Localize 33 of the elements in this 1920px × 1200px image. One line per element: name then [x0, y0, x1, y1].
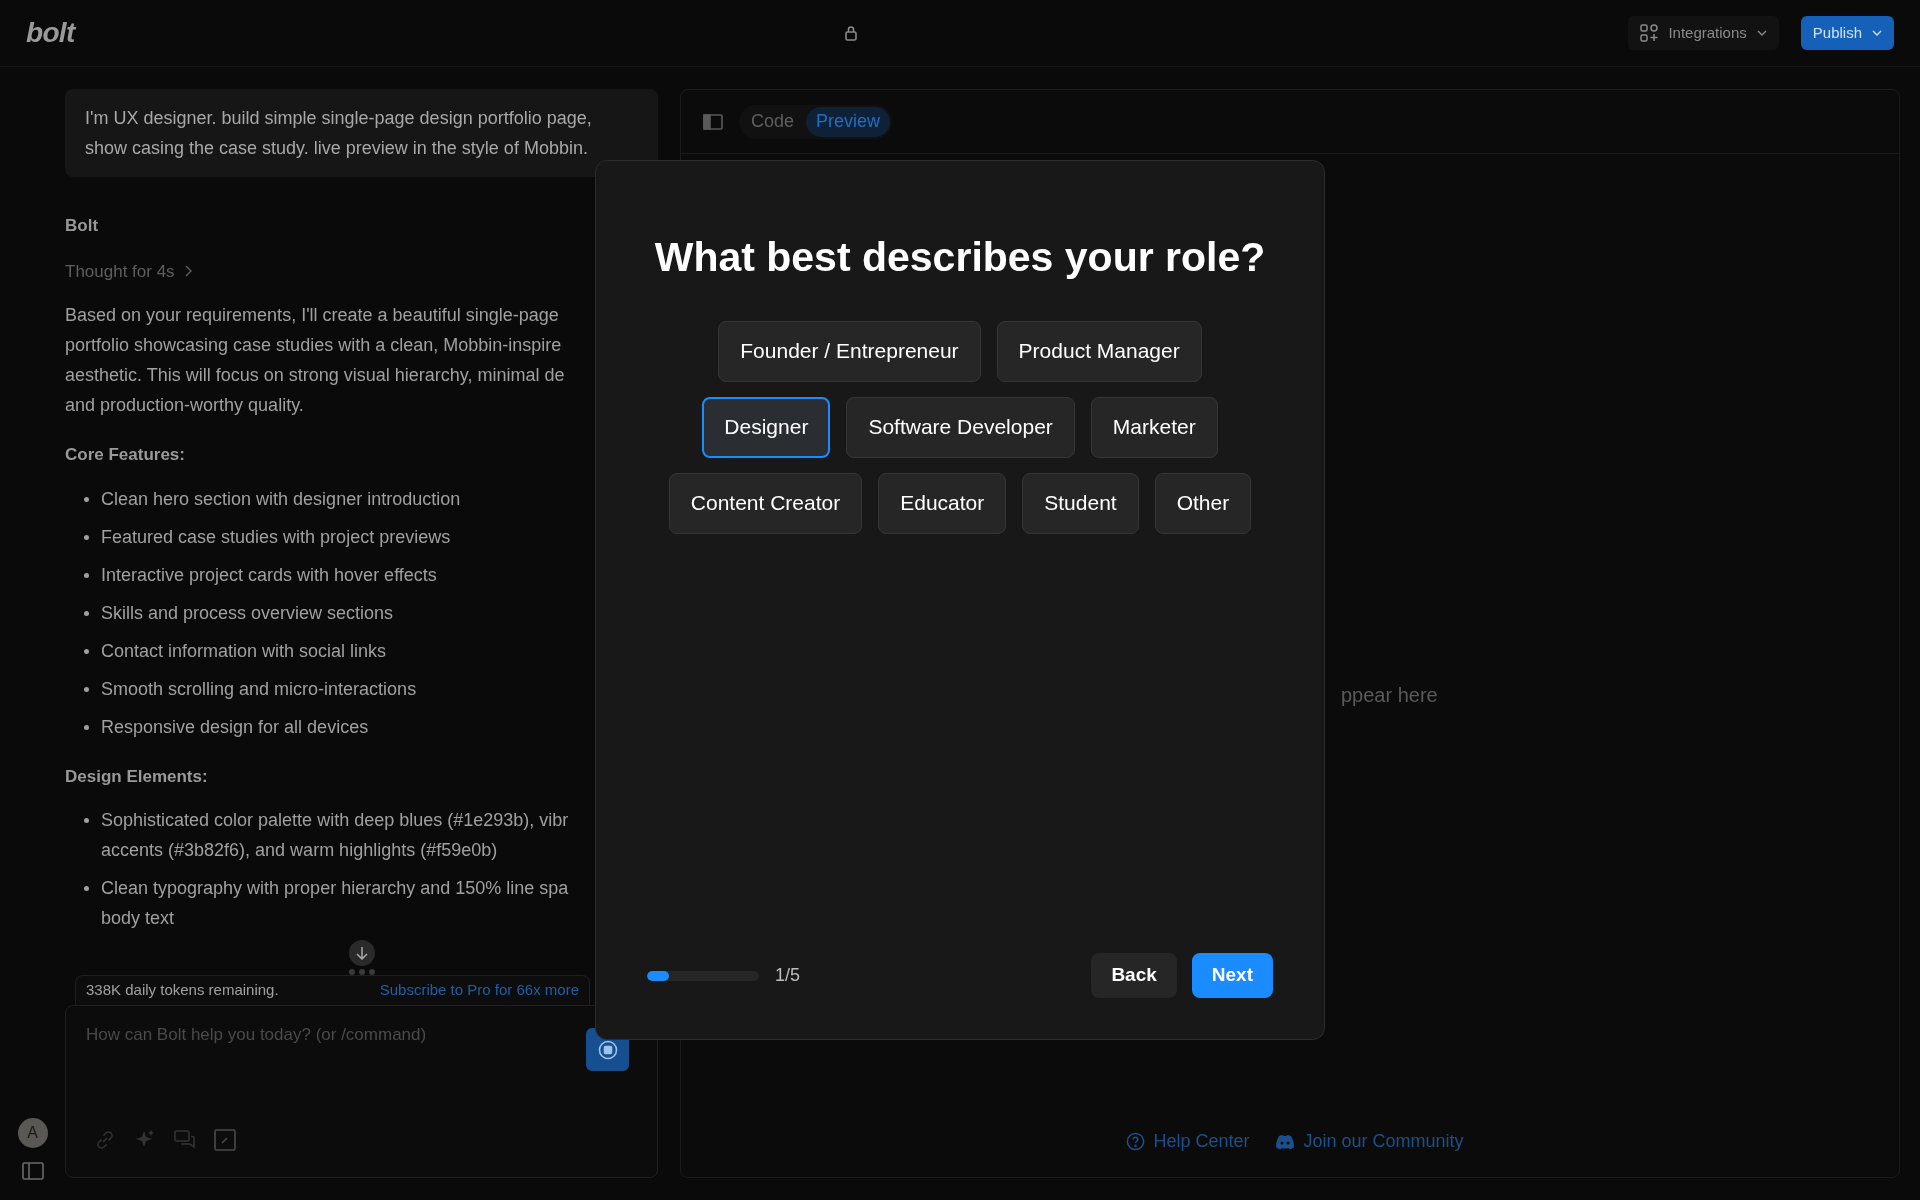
- section-heading: Core Features:: [65, 444, 186, 466]
- role-option[interactable]: Student: [1022, 472, 1139, 534]
- empty-preview-text: ppear here: [1341, 684, 1438, 706]
- message-paragraph: Based on your requirements, I'll create a beautiful single-page portfolio showcasing case studies with a clean, Mobbin-inspire aesthetic. This will focus on strong visual hierarchy, minimal de and production-worthy quality.: [65, 304, 566, 417]
- prompt-input[interactable]: How can Bolt help you today? (or /command): [86, 1022, 586, 1048]
- list-item-text: Interactive project cards with hover effects: [101, 563, 437, 587]
- list-item-text: Contact information with social links: [101, 639, 387, 663]
- logo[interactable]: bolt: [26, 12, 75, 54]
- list-item-text: Responsive design for all devices: [101, 715, 369, 739]
- user-message: I'm UX designer. build simple single-page design portfolio page, show casing the case study. live preview in the style of Mobbin.: [65, 89, 658, 177]
- role-option[interactable]: Founder / Entrepreneur: [718, 320, 981, 382]
- list-item-text: Sophisticated color palette with deep blues (#1e293b), vibr accents (#3b82f6), and warm highlights (#f59e0b): [101, 809, 569, 862]
- list-item-text: Featured case studies with project previews: [101, 525, 451, 549]
- role-option[interactable]: Other: [1154, 472, 1252, 534]
- integrations-button[interactable]: Integrations: [1628, 16, 1779, 50]
- role-option[interactable]: Educator: [878, 472, 1007, 534]
- role-option[interactable]: Software Developer: [846, 396, 1075, 458]
- back-button[interactable]: Back: [1091, 953, 1177, 998]
- section-heading: Design Elements:: [65, 765, 209, 788]
- step-counter: 1/5: [775, 964, 801, 987]
- role-option[interactable]: Marketer: [1090, 396, 1218, 458]
- list-item-text: Clean typography with proper hierarchy and 150% line spa body text: [101, 877, 569, 930]
- role-option[interactable]: Product Manager: [996, 320, 1202, 382]
- prompt-box[interactable]: How can Bolt help you today? (or /command): [65, 1005, 658, 1178]
- dialog-title: What best describes your role?: [653, 233, 1267, 282]
- author-name: Bolt: [65, 215, 100, 237]
- tokens-remaining: 338K daily tokens remaining.: [86, 980, 279, 1001]
- role-option[interactable]: Designer: [702, 396, 831, 458]
- list-item-text: Skills and process overview sections: [101, 601, 394, 625]
- role-option[interactable]: Content Creator: [668, 472, 863, 534]
- list-item-text: Clean hero section with designer introduction: [101, 487, 461, 511]
- publish-button[interactable]: Publish: [1800, 16, 1894, 50]
- list-item-text: Smooth scrolling and micro-interactions: [101, 677, 417, 701]
